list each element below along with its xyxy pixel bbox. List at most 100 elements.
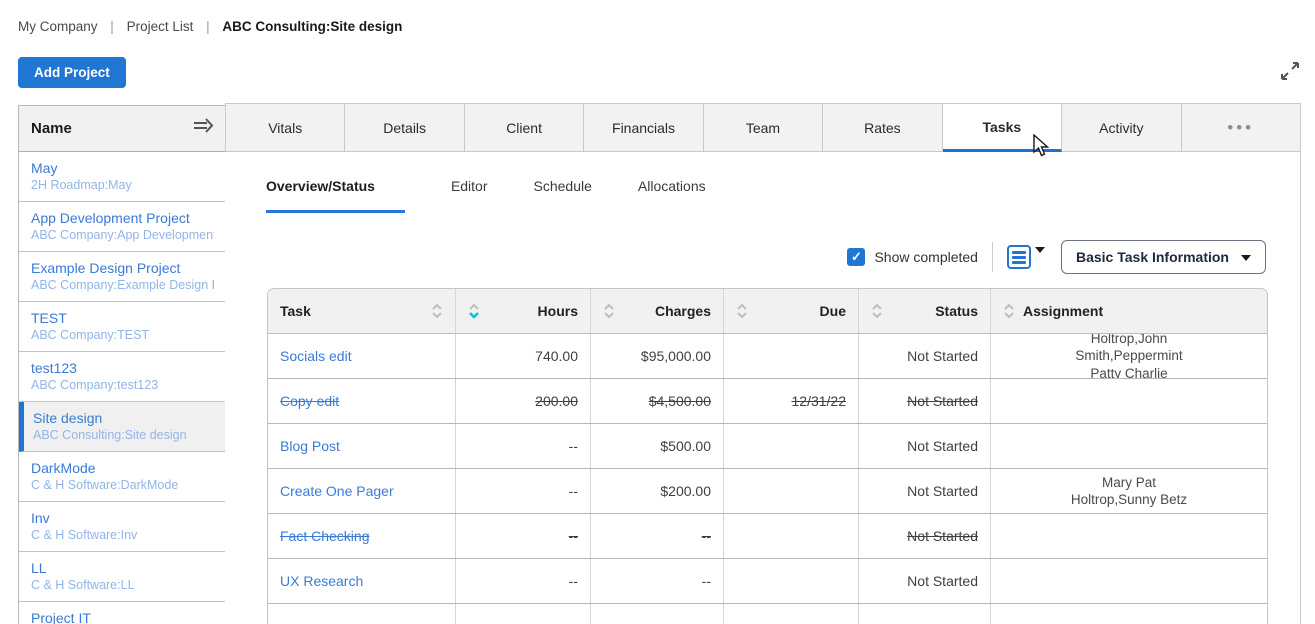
- project-subtitle: C & H Software:DarkMode: [31, 477, 214, 493]
- subtab-allocations[interactable]: Allocations: [638, 178, 706, 213]
- project-subtitle: ABC Company:test123: [31, 377, 214, 393]
- assignment-cell: Holtrop,John Smith,Peppermint Patty Char…: [1063, 334, 1195, 378]
- subtab-schedule[interactable]: Schedule: [534, 178, 592, 213]
- subtab-overview-status[interactable]: Overview/Status: [266, 178, 405, 213]
- hours-cell: --: [456, 424, 591, 468]
- project-subtitle: ABC Company:Example Design Project: [31, 277, 214, 293]
- task-link[interactable]: Copy edit: [280, 393, 339, 409]
- table-row: Fact Checking -- -- Not Started: [268, 514, 1267, 559]
- project-list-sidebar: Name May 2H Roadmap:May App Development …: [18, 105, 227, 624]
- due-cell: 12/31/22: [724, 379, 859, 423]
- breadcrumb-separator: |: [110, 19, 114, 34]
- tab-more[interactable]: •••: [1182, 104, 1300, 152]
- status-cell: Not Started: [859, 379, 991, 423]
- tab-vitals[interactable]: Vitals: [226, 104, 345, 152]
- tab-client[interactable]: Client: [465, 104, 584, 152]
- caret-down-icon: [1035, 247, 1045, 253]
- sidebar-item-ll[interactable]: LL C & H Software:LL: [19, 552, 226, 602]
- more-dots-icon: •••: [1227, 123, 1254, 133]
- hours-cell: 740.00: [456, 334, 591, 378]
- due-cell: [724, 424, 859, 468]
- subtab-editor[interactable]: Editor: [451, 178, 488, 213]
- project-title: Example Design Project: [31, 259, 214, 277]
- tab-details[interactable]: Details: [345, 104, 464, 152]
- task-link[interactable]: Fact Checking: [280, 528, 369, 544]
- sidebar-item-site-design[interactable]: Site design ABC Consulting:Site design: [19, 402, 226, 452]
- col-task-label: Task: [280, 303, 311, 319]
- due-cell: [724, 559, 859, 603]
- tasks-subtabs: Overview/Status Editor Schedule Allocati…: [266, 178, 752, 213]
- project-title: May: [31, 159, 214, 177]
- sidebar-header-label: Name: [31, 120, 72, 137]
- breadcrumb-separator: |: [206, 19, 210, 34]
- table-header-row: Task Hours Charges: [268, 289, 1267, 334]
- sidebar-header: Name: [19, 106, 226, 152]
- divider: [992, 242, 993, 272]
- tab-financials[interactable]: Financials: [584, 104, 703, 152]
- charges-cell: $4,500.00: [591, 379, 724, 423]
- table-row: Socials edit 740.00 $95,000.00 Not Start…: [268, 334, 1267, 379]
- add-project-button[interactable]: Add Project: [18, 57, 126, 88]
- breadcrumb-link-project-list[interactable]: Project List: [127, 19, 194, 34]
- task-link[interactable]: Socials edit: [280, 348, 352, 364]
- col-due-label: Due: [820, 303, 846, 319]
- table-row: Create One Pager -- $200.00 Not Started …: [268, 469, 1267, 514]
- table-row: Copy edit 200.00 $4,500.00 12/31/22 Not …: [268, 379, 1267, 424]
- status-cell: Not Started: [859, 424, 991, 468]
- sidebar-item-example-design-project[interactable]: Example Design Project ABC Company:Examp…: [19, 252, 226, 302]
- table-controls: ✓ Show completed Basic Task Information: [847, 240, 1266, 274]
- col-hours-label: Hours: [538, 303, 578, 319]
- sidebar-item-darkmode[interactable]: DarkMode C & H Software:DarkMode: [19, 452, 226, 502]
- sort-icon-due[interactable]: [736, 303, 748, 319]
- tab-rates[interactable]: Rates: [823, 104, 942, 152]
- sidebar-item-inv[interactable]: Inv C & H Software:Inv: [19, 502, 226, 552]
- charges-cell: $95,000.00: [591, 334, 724, 378]
- caret-down-icon: [1241, 255, 1251, 261]
- project-subtitle: ABC Consulting:Site design: [33, 427, 214, 443]
- tasks-panel: Overview/Status Editor Schedule Allocati…: [225, 152, 1301, 624]
- charges-cell: $200.00: [591, 469, 724, 513]
- tab-team[interactable]: Team: [704, 104, 823, 152]
- status-cell: Not Started: [859, 559, 991, 603]
- hours-cell: 200.00: [456, 379, 591, 423]
- sidebar-item-may[interactable]: May 2H Roadmap:May: [19, 152, 226, 202]
- project-subtitle: C & H Software:LL: [31, 577, 214, 593]
- sort-icon-status[interactable]: [871, 303, 883, 319]
- project-title: Site design: [33, 409, 214, 427]
- charges-cell: --: [591, 514, 724, 558]
- sidebar-item-test[interactable]: TEST ABC Company:TEST: [19, 302, 226, 352]
- due-cell: [724, 334, 859, 378]
- sort-icon-task[interactable]: [431, 303, 443, 319]
- charges-cell: $500.00: [591, 424, 724, 468]
- collapse-panel-icon[interactable]: [192, 117, 214, 140]
- sidebar-item-app-development-project[interactable]: App Development Project ABC Company:App …: [19, 202, 226, 252]
- table-row-empty: [268, 604, 1267, 624]
- project-title: Project IT: [31, 609, 214, 624]
- project-title: test123: [31, 359, 214, 377]
- expand-icon[interactable]: [1279, 60, 1301, 82]
- charges-cell: --: [591, 559, 724, 603]
- task-link[interactable]: UX Research: [280, 573, 363, 589]
- breadcrumb-current: ABC Consulting:Site design: [222, 19, 402, 34]
- task-view-dropdown[interactable]: Basic Task Information: [1061, 240, 1266, 274]
- sort-icon-assignment[interactable]: [1003, 303, 1015, 319]
- tab-activity[interactable]: Activity: [1062, 104, 1181, 152]
- project-title: App Development Project: [31, 209, 214, 227]
- task-link[interactable]: Blog Post: [280, 438, 340, 454]
- sidebar-item-test123[interactable]: test123 ABC Company:test123: [19, 352, 226, 402]
- status-cell: Not Started: [859, 514, 991, 558]
- sort-icon-charges[interactable]: [603, 303, 615, 319]
- project-subtitle: ABC Company:App Development Project: [31, 227, 214, 243]
- status-cell: Not Started: [859, 334, 991, 378]
- tab-tasks[interactable]: Tasks: [943, 104, 1062, 152]
- status-cell: Not Started: [859, 469, 991, 513]
- hours-cell: --: [456, 559, 591, 603]
- sidebar-item-project-it[interactable]: Project IT C & H Software:Project IT: [19, 602, 226, 624]
- list-view-menu-button[interactable]: [1007, 245, 1045, 269]
- sort-icon-hours-active[interactable]: [468, 303, 480, 319]
- task-link[interactable]: Create One Pager: [280, 483, 394, 499]
- breadcrumb-link-my-company[interactable]: My Company: [18, 19, 98, 34]
- list-view-icon: [1007, 245, 1031, 269]
- show-completed-checkbox[interactable]: ✓: [847, 248, 865, 266]
- app-window: My Company | Project List | ABC Consulti…: [0, 0, 1315, 624]
